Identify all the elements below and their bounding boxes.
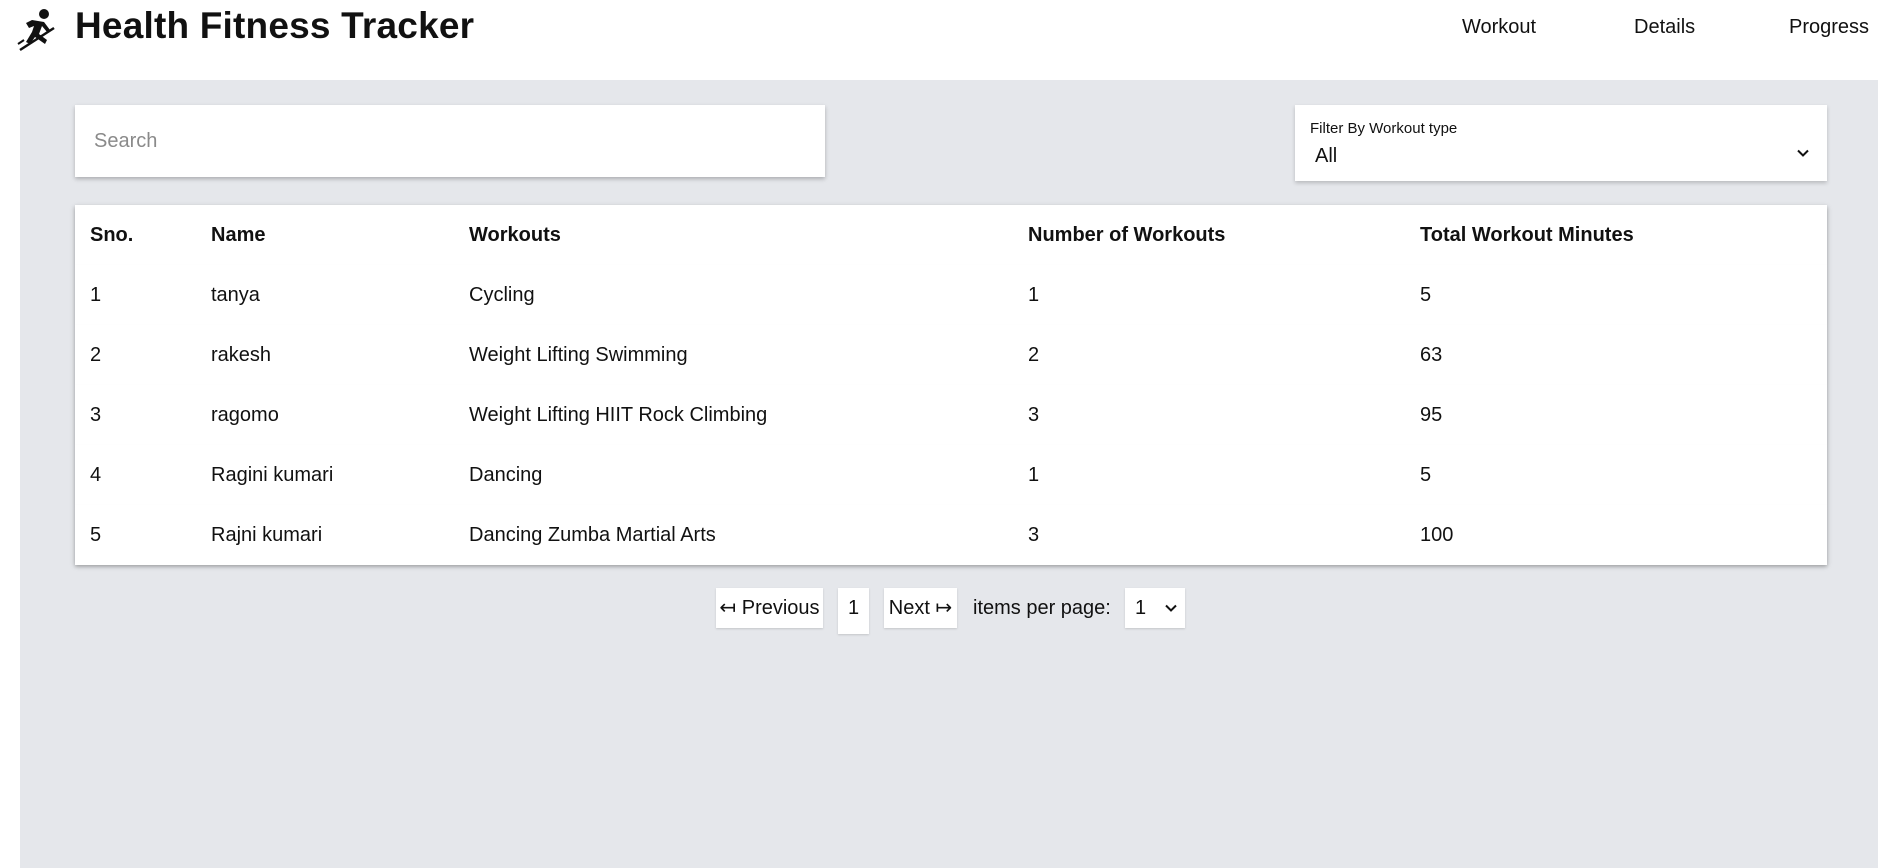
nav-details[interactable]: Details [1634, 12, 1695, 42]
runner-icon [17, 9, 55, 52]
column-header-workouts: Workouts [469, 224, 561, 246]
table-row: 3 ragomo Weight Lifting HIIT Rock Climbi… [75, 385, 1827, 445]
filter-selected-value: All [1315, 145, 1338, 167]
chevron-down-icon [1165, 604, 1177, 612]
next-page-button[interactable]: Next ↦ [884, 588, 957, 628]
current-page-button[interactable]: 1 [838, 588, 869, 634]
search-input[interactable] [75, 105, 825, 177]
workout-type-filter[interactable]: Filter By Workout type All [1295, 105, 1827, 181]
cell-sno: 1 [90, 284, 102, 306]
main-content: Filter By Workout type All Sno. Name Wor… [20, 80, 1878, 868]
cell-name: Rajni kumari [211, 524, 323, 546]
cell-sno: 5 [90, 524, 102, 546]
cell-workouts: Dancing [469, 464, 543, 486]
app-header: Health Fitness Tracker Workout Details P… [0, 0, 1895, 80]
column-header-name: Name [211, 224, 266, 246]
items-per-page-value: 1 [1135, 597, 1147, 619]
table-row: 1 tanya Cycling 1 5 [75, 265, 1827, 325]
search-box [75, 105, 825, 177]
cell-total-minutes: 5 [1420, 464, 1432, 486]
chevron-down-icon [1797, 149, 1809, 157]
cell-sno: 3 [90, 404, 102, 426]
cell-workouts: Cycling [469, 284, 535, 306]
table-row: 5 Rajni kumari Dancing Zumba Martial Art… [75, 505, 1827, 565]
cell-name: rakesh [211, 344, 272, 366]
cell-name: tanya [211, 284, 260, 306]
filter-label: Filter By Workout type [1310, 120, 1458, 137]
column-header-number-of-workouts: Number of Workouts [1028, 224, 1226, 246]
nav-workout[interactable]: Workout [1462, 12, 1536, 42]
previous-page-button[interactable]: ↤ Previous [716, 588, 823, 628]
workouts-table: Sno. Name Workouts Number of Workouts To… [75, 205, 1827, 565]
cell-name: ragomo [211, 404, 279, 426]
cell-total-minutes: 5 [1420, 284, 1432, 306]
cell-number-of-workouts: 2 [1028, 344, 1040, 366]
cell-workouts: Weight Lifting Swimming [469, 344, 688, 366]
table-header-row: Sno. Name Workouts Number of Workouts To… [75, 205, 1827, 265]
cell-number-of-workouts: 3 [1028, 524, 1040, 546]
app-title: Health Fitness Tracker [75, 5, 475, 46]
column-header-total-minutes: Total Workout Minutes [1420, 224, 1634, 246]
cell-total-minutes: 100 [1420, 524, 1454, 546]
cell-number-of-workouts: 1 [1028, 464, 1040, 486]
cell-name: Ragini kumari [211, 464, 334, 486]
items-per-page-select[interactable]: 1 [1125, 588, 1185, 628]
table-row: 2 rakesh Weight Lifting Swimming 2 63 [75, 325, 1827, 385]
nav-progress[interactable]: Progress [1789, 12, 1869, 42]
cell-sno: 4 [90, 464, 102, 486]
items-per-page-label: items per page: [973, 597, 1111, 619]
table-row: 4 Ragini kumari Dancing 1 5 [75, 445, 1827, 505]
cell-total-minutes: 63 [1420, 344, 1443, 366]
cell-number-of-workouts: 3 [1028, 404, 1040, 426]
column-header-sno: Sno. [90, 224, 134, 246]
cell-number-of-workouts: 1 [1028, 284, 1040, 306]
cell-workouts: Weight Lifting HIIT Rock Climbing [469, 404, 768, 426]
cell-sno: 2 [90, 344, 102, 366]
cell-total-minutes: 95 [1420, 404, 1443, 426]
cell-workouts: Dancing Zumba Martial Arts [469, 524, 716, 546]
